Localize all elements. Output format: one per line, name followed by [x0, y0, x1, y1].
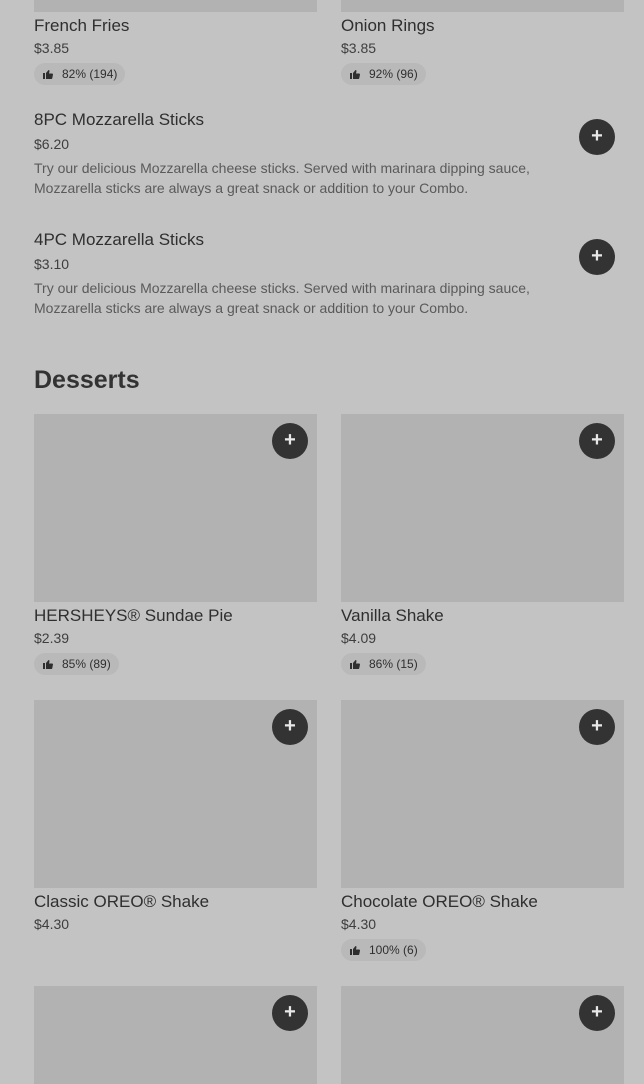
plus-icon: + [591, 245, 603, 267]
item-name[interactable]: Chocolate OREO® Shake [341, 892, 538, 912]
add-to-cart-button[interactable]: + [579, 119, 615, 155]
rating-text: 100% (6) [369, 943, 418, 957]
plus-icon: + [284, 1001, 296, 1023]
item-price: $6.20 [34, 136, 70, 152]
item-name[interactable]: Onion Rings [341, 16, 435, 36]
rating-text: 86% (15) [369, 657, 418, 671]
item-name[interactable]: 8PC Mozzarella Sticks [34, 110, 204, 130]
item-price: $4.30 [34, 916, 70, 932]
add-to-cart-button[interactable]: + [579, 239, 615, 275]
dessert-item-image[interactable] [341, 986, 624, 1084]
rating-text: 82% (194) [62, 67, 118, 81]
thumbs-up-icon [43, 70, 53, 80]
plus-icon: + [284, 429, 296, 451]
plus-icon: + [591, 1001, 603, 1023]
add-to-cart-button[interactable]: + [272, 709, 308, 745]
add-to-cart-button[interactable]: + [272, 995, 308, 1031]
item-name[interactable]: HERSHEYS® Sundae Pie [34, 606, 233, 626]
plus-icon: + [591, 715, 603, 737]
item-price: $3.85 [341, 40, 377, 56]
plus-icon: + [591, 429, 603, 451]
rating-badge: 82% (194) [34, 63, 126, 85]
item-name[interactable]: Vanilla Shake [341, 606, 444, 626]
add-to-cart-button[interactable]: + [579, 423, 615, 459]
item-name[interactable]: French Fries [34, 16, 129, 36]
rating-badge: 100% (6) [341, 939, 426, 961]
item-price: $4.09 [341, 630, 377, 646]
plus-icon: + [591, 125, 603, 147]
section-title-desserts: Desserts [34, 366, 140, 394]
plus-icon: + [284, 715, 296, 737]
rating-text: 85% (89) [62, 657, 111, 671]
item-price: $4.30 [341, 916, 377, 932]
add-to-cart-button[interactable]: + [272, 423, 308, 459]
rating-badge: 85% (89) [34, 653, 119, 675]
item-name[interactable]: 4PC Mozzarella Sticks [34, 230, 204, 250]
item-price: $2.39 [34, 630, 70, 646]
add-to-cart-button[interactable]: + [579, 995, 615, 1031]
add-to-cart-button[interactable]: + [579, 709, 615, 745]
thumbs-up-icon [43, 660, 53, 670]
item-name[interactable]: Classic OREO® Shake [34, 892, 209, 912]
thumbs-up-icon [350, 660, 360, 670]
item-price: $3.10 [34, 256, 70, 272]
item-description: Try our delicious Mozzarella cheese stic… [34, 280, 530, 316]
thumbs-up-icon [350, 946, 360, 956]
onion-rings-image[interactable] [341, 0, 624, 12]
french-fries-image[interactable] [34, 0, 317, 12]
rating-badge: 86% (15) [341, 653, 426, 675]
dessert-item-image[interactable] [34, 986, 317, 1084]
item-price: $3.85 [34, 40, 70, 56]
item-description: Try our delicious Mozzarella cheese stic… [34, 160, 530, 196]
rating-badge: 92% (96) [341, 63, 426, 85]
rating-text: 92% (96) [369, 67, 418, 81]
thumbs-up-icon [350, 70, 360, 80]
